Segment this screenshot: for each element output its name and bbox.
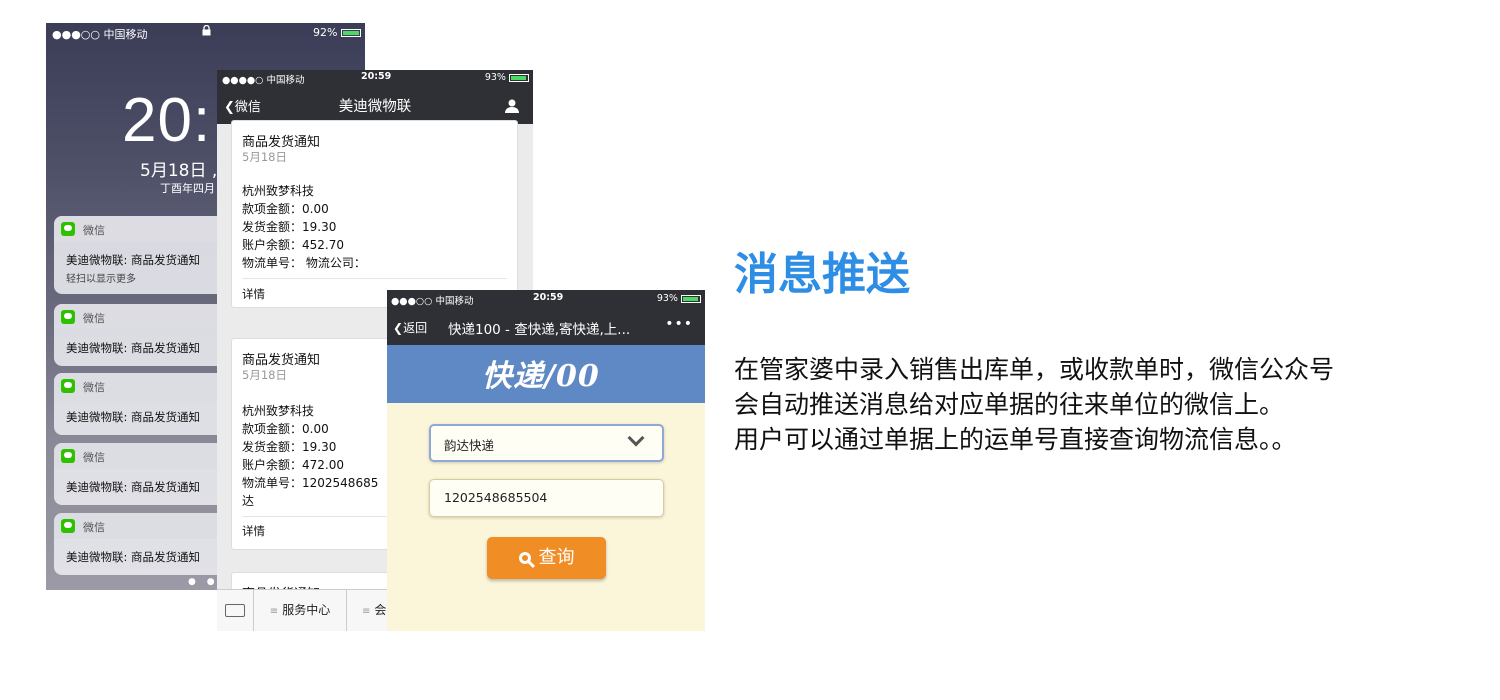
status-time: 20:59 — [533, 292, 564, 303]
status-time: 20:59 — [361, 71, 392, 82]
battery-percent: 93% — [484, 72, 506, 83]
battery-icon — [681, 294, 701, 303]
status-bar: ●●●●○ 中国移动 20:59 93% — [217, 70, 533, 86]
menu-label: 会 — [374, 603, 387, 617]
query-label: 查询 — [538, 547, 575, 568]
lunar-date: 丁酉年四月 — [160, 182, 215, 195]
keyboard-toggle[interactable] — [217, 590, 254, 631]
description-line: 会自动推送消息给对应单据的往来单位的微信上。 — [734, 390, 1285, 419]
search-icon — [518, 552, 531, 564]
card-balance: 账户余额：452.70 — [242, 238, 344, 252]
nav-bar: ❮返回 快递100 - 查快递,寄快递,上... ••• — [387, 307, 705, 345]
chat-title: 美迪微物联 — [338, 99, 412, 115]
section-heading: 消息推送 — [734, 249, 910, 300]
card-title: 商品发货通知 — [242, 135, 321, 150]
message-card[interactable]: 商品发货通知 5月18日 杭州致梦科技 款项金额：0.00 发货金额：19.30… — [231, 120, 518, 308]
card-company: 杭州致梦科技 — [242, 184, 315, 198]
card-date: 5月18日 — [242, 368, 287, 382]
divider — [242, 278, 507, 279]
battery-percent: 93% — [656, 293, 678, 304]
menu-label: 服务中心 — [282, 603, 331, 617]
battery-status: 92% — [313, 26, 361, 39]
lock-icon — [202, 24, 211, 39]
card-company: 杭州致梦科技 — [242, 404, 315, 418]
tracking-number-value: 1202548685504 — [444, 490, 548, 505]
card-payment: 款项金额：0.00 — [242, 422, 329, 436]
wechat-icon — [61, 519, 75, 533]
card-logistics-company: 达 — [242, 494, 255, 508]
card-balance: 账户余额：472.00 — [242, 458, 344, 472]
carrier-label: ●●●○○ 中国移动 — [52, 28, 148, 41]
more-icon[interactable]: ••• — [665, 316, 693, 332]
query-button[interactable]: 查询 — [487, 537, 606, 579]
card-payment: 款项金额：0.00 — [242, 202, 329, 216]
status-bar: ●●●○○ 中国移动 20:59 93% — [387, 290, 705, 307]
wechat-icon — [61, 222, 75, 236]
lock-date: 5月18日 , — [140, 161, 218, 181]
description-line: 用户可以通过单据上的运单号直接查询物流信息。。 — [734, 425, 1297, 454]
notification-app: 微信 — [83, 451, 105, 464]
kuaidi100-logo: 快递/00 — [482, 359, 600, 394]
menu-service-center[interactable]: ≡ 服务中心 — [254, 590, 347, 631]
courier-select[interactable]: 韵达快递 — [429, 424, 664, 462]
back-button[interactable]: ❮返回 — [393, 319, 427, 336]
menu-icon: ≡ — [269, 606, 279, 617]
lock-time: 20: — [122, 86, 212, 155]
card-logistics: 物流单号：1202548685 — [242, 476, 379, 490]
details-link[interactable]: 详情 — [242, 286, 265, 302]
notification-app: 微信 — [83, 381, 105, 394]
notification-app: 微信 — [83, 521, 105, 534]
notification-app: 微信 — [83, 224, 105, 237]
page-title: 快递100 - 查快递,寄快递,上... — [448, 322, 631, 338]
card-logistics: 物流单号： 物流公司： — [242, 256, 366, 270]
chevron-down-icon — [627, 429, 645, 447]
nav-bar: ❮微信 美迪微物联 — [217, 86, 533, 124]
battery-icon — [341, 29, 361, 37]
tracking-number-input[interactable]: 1202548685504 — [429, 479, 664, 517]
profile-icon[interactable] — [505, 98, 519, 113]
back-label: 返回 — [403, 321, 428, 335]
kuaidi100-screen: ●●●○○ 中国移动 20:59 93% ❮返回 快递100 - 查快递,寄快递… — [387, 290, 705, 631]
card-date: 5月18日 — [242, 150, 287, 164]
wechat-icon — [61, 310, 75, 324]
details-link[interactable]: 详情 — [242, 523, 265, 539]
notification-app: 微信 — [83, 312, 105, 325]
carrier-label: ●●●●○ 中国移动 — [222, 75, 305, 86]
card-title: 商品发货通知 — [242, 353, 321, 368]
wechat-icon — [61, 449, 75, 463]
description-line: 在管家婆中录入销售出库单，或收款单时，微信公众号 — [734, 355, 1335, 384]
battery-status: 93% — [657, 293, 701, 304]
wechat-icon — [61, 379, 75, 393]
menu-icon: ≡ — [362, 606, 371, 617]
carrier-label: ●●●○○ 中国移动 — [391, 296, 474, 307]
battery-icon — [509, 73, 529, 82]
keyboard-icon — [225, 604, 245, 617]
description: 在管家婆中录入销售出库单，或收款单时，微信公众号 会自动推送消息给对应单据的往来… — [734, 352, 1424, 457]
brand-banner: 快递/00 — [387, 345, 705, 403]
card-shipping: 发货金额：19.30 — [242, 220, 337, 234]
chevron-left-icon: ❮ — [393, 321, 404, 335]
card-shipping: 发货金额：19.30 — [242, 440, 337, 454]
courier-value: 韵达快递 — [444, 438, 495, 453]
page-dots: ● ● — [188, 577, 219, 587]
status-bar: ●●●○○ 中国移动 92% — [46, 23, 365, 43]
battery-status: 93% — [485, 72, 529, 83]
battery-percent: 92% — [313, 26, 338, 39]
